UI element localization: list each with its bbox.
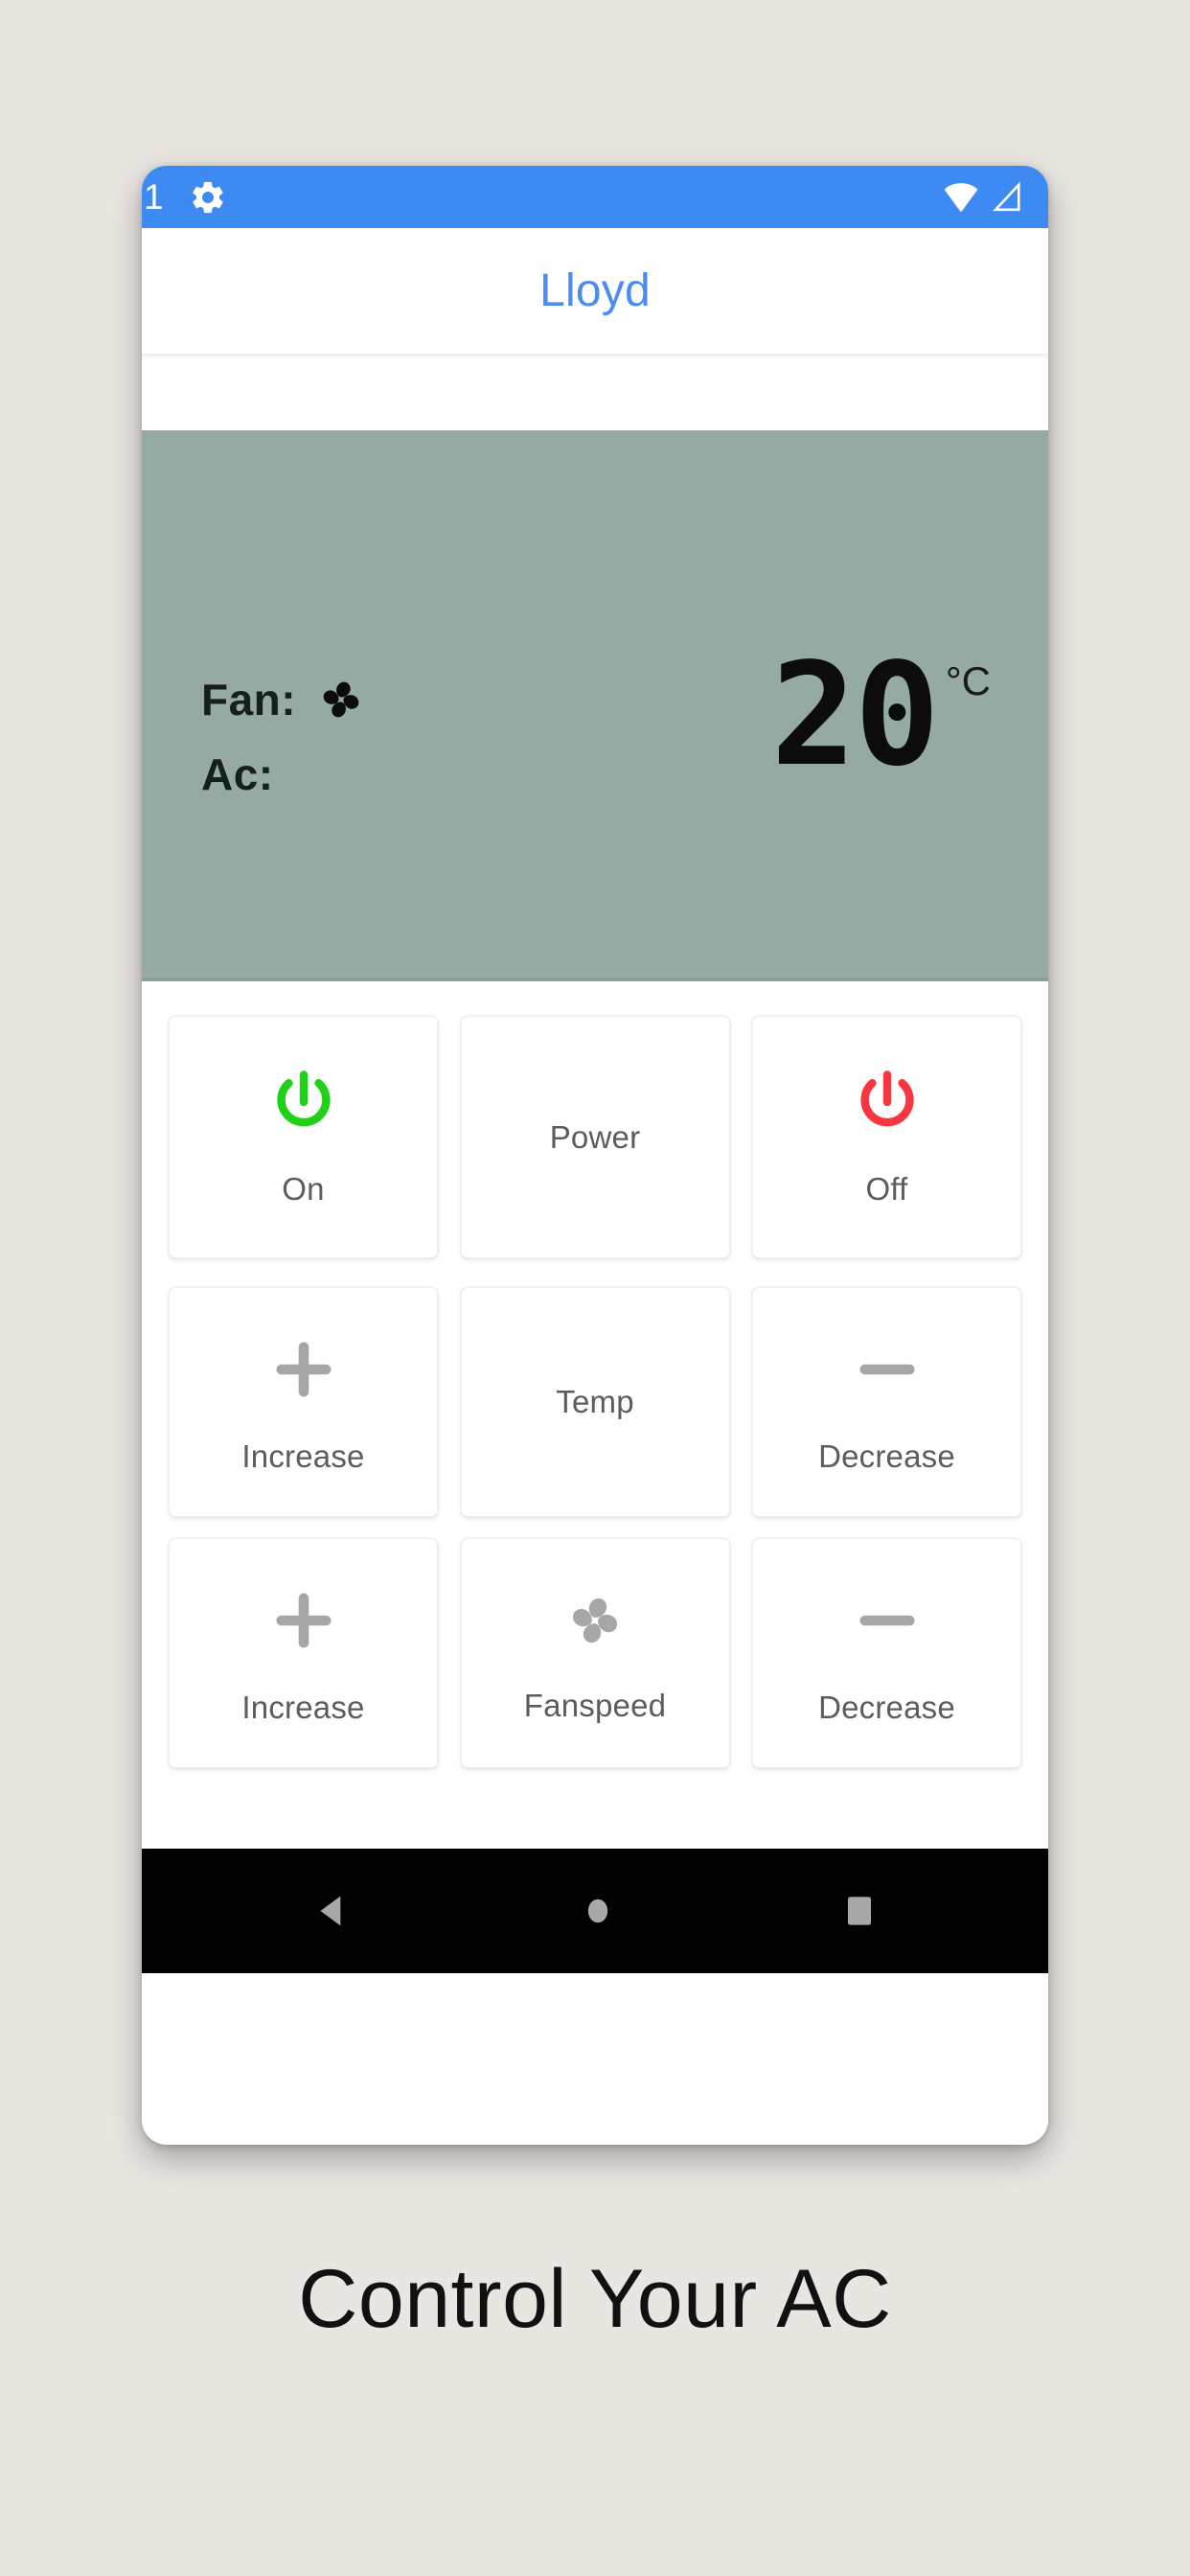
control-grid: On Power Off Increase Temp Decrease Incr… [142, 981, 1048, 1849]
temp-center-card: Temp [460, 1287, 730, 1517]
ac-status-label: Ac: [201, 749, 274, 799]
fanspeed-increase-label: Increase [241, 1689, 365, 1725]
power-center-label: Power [549, 1118, 641, 1155]
status-bar-partial-glyph: 1 [144, 177, 164, 217]
control-row-temp: Increase Temp Decrease [169, 1287, 1021, 1517]
power-on-label: On [282, 1171, 325, 1207]
caption-text: Control Your AC [298, 2253, 892, 2345]
fanspeed-center-label: Fanspeed [523, 1687, 667, 1723]
status-bar-right [941, 177, 1027, 218]
temp-increase-label: Increase [241, 1438, 365, 1474]
temp-center-label: Temp [556, 1384, 634, 1419]
power-off-label: Off [865, 1171, 908, 1207]
control-row-fanspeed: Increase Fanspeed Decrease [169, 1538, 1021, 1768]
temperature-unit: °C [945, 658, 991, 703]
signal-triangle-icon [987, 177, 1027, 218]
power-on-button[interactable]: On [169, 1016, 438, 1258]
plus-icon [264, 1330, 343, 1414]
fan-icon [558, 1583, 632, 1663]
power-off-button[interactable]: Off [752, 1016, 1021, 1258]
home-circle-icon[interactable] [582, 1890, 614, 1932]
temp-increase-button[interactable]: Increase [169, 1287, 438, 1517]
fanspeed-center-card: Fanspeed [460, 1538, 730, 1768]
grid-bottom-spacer [169, 1789, 1021, 1849]
app-title-bar: Lloyd [142, 228, 1048, 354]
temp-decrease-button[interactable]: Decrease [752, 1287, 1021, 1517]
fanspeed-increase-button[interactable]: Increase [169, 1538, 438, 1768]
display-row-fan: Fan: [201, 662, 386, 737]
status-bar: 1 [142, 166, 1048, 228]
phone-mockup: 1 Lloyd Fan: Ac: 20 °C On Power Off Incr… [142, 166, 1048, 2145]
fanspeed-decrease-button[interactable]: Decrease [752, 1538, 1021, 1768]
fan-status-label: Fan: [201, 675, 297, 724]
display-status-list: Fan: Ac: [201, 662, 386, 812]
title-divider-strip [142, 354, 1048, 430]
status-bar-left: 1 [144, 178, 227, 217]
minus-icon [848, 1581, 927, 1665]
gear-icon[interactable] [189, 178, 227, 217]
recents-square-icon[interactable] [841, 1890, 878, 1932]
ac-display-panel: Fan: Ac: 20 °C [142, 430, 1048, 981]
page-title: Lloyd [539, 265, 651, 316]
minus-icon [848, 1330, 927, 1414]
fanspeed-decrease-label: Decrease [818, 1689, 955, 1725]
plus-icon [264, 1581, 343, 1665]
back-triangle-icon[interactable] [312, 1890, 355, 1932]
screenshot-root: 1 Lloyd Fan: Ac: 20 °C On Power Off Incr… [0, 0, 1190, 2576]
power-on-icon [266, 1067, 341, 1146]
power-center-card: Power [460, 1016, 730, 1258]
temperature-readout: 20 °C [770, 632, 991, 797]
fan-icon [311, 670, 371, 729]
temperature-value: 20 [770, 632, 940, 797]
android-nav-bar [142, 1849, 1048, 1973]
wifi-icon [941, 177, 981, 218]
temp-decrease-label: Decrease [818, 1438, 955, 1474]
power-off-icon [850, 1067, 925, 1146]
display-row-ac: Ac: [201, 737, 386, 812]
control-row-power: On Power Off [169, 1016, 1021, 1258]
